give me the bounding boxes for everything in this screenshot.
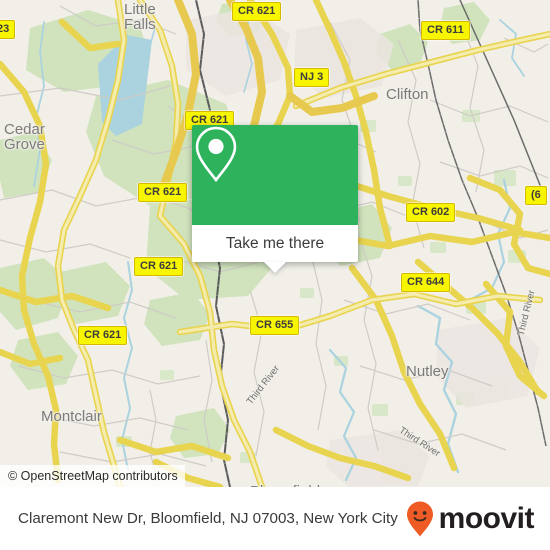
route-shield: CR 621 [138, 183, 188, 202]
route-shield: CR 602 [406, 203, 456, 222]
take-me-there-label: Take me there [225, 234, 325, 252]
route-shield: CR 621 [232, 2, 282, 21]
route-shield: CR 611 [421, 21, 470, 40]
map-canvas[interactable]: Little Falls Cedar Grove Clifton Montcla… [0, 0, 550, 487]
route-shield: 23 [0, 20, 16, 39]
route-shield: CR 621 [134, 257, 184, 276]
route-shield: CR 621 [78, 326, 128, 345]
route-shield: NJ 3 [294, 68, 330, 87]
route-shield: (6 [525, 186, 547, 205]
moovit-pin-icon [406, 501, 433, 536]
popup-header [192, 125, 358, 225]
screenshot-root: Little Falls Cedar Grove Clifton Montcla… [0, 0, 550, 550]
route-shield: CR 644 [401, 273, 451, 292]
footer-bar: Claremont New Dr, Bloomfield, NJ 07003, … [0, 487, 550, 550]
map-pin-icon [195, 126, 237, 183]
map-attribution[interactable]: © OpenStreetMap contributors [0, 465, 185, 487]
address-text: Claremont New Dr, Bloomfield, NJ 07003, … [18, 510, 398, 527]
take-me-there-button[interactable]: Take me there [192, 225, 358, 262]
moovit-logo[interactable]: moovit [405, 500, 550, 538]
destination-popup[interactable]: Take me there [192, 125, 358, 273]
moovit-wordmark: moovit [438, 501, 535, 535]
popup-tail [264, 262, 286, 273]
route-shield: CR 655 [250, 316, 300, 335]
